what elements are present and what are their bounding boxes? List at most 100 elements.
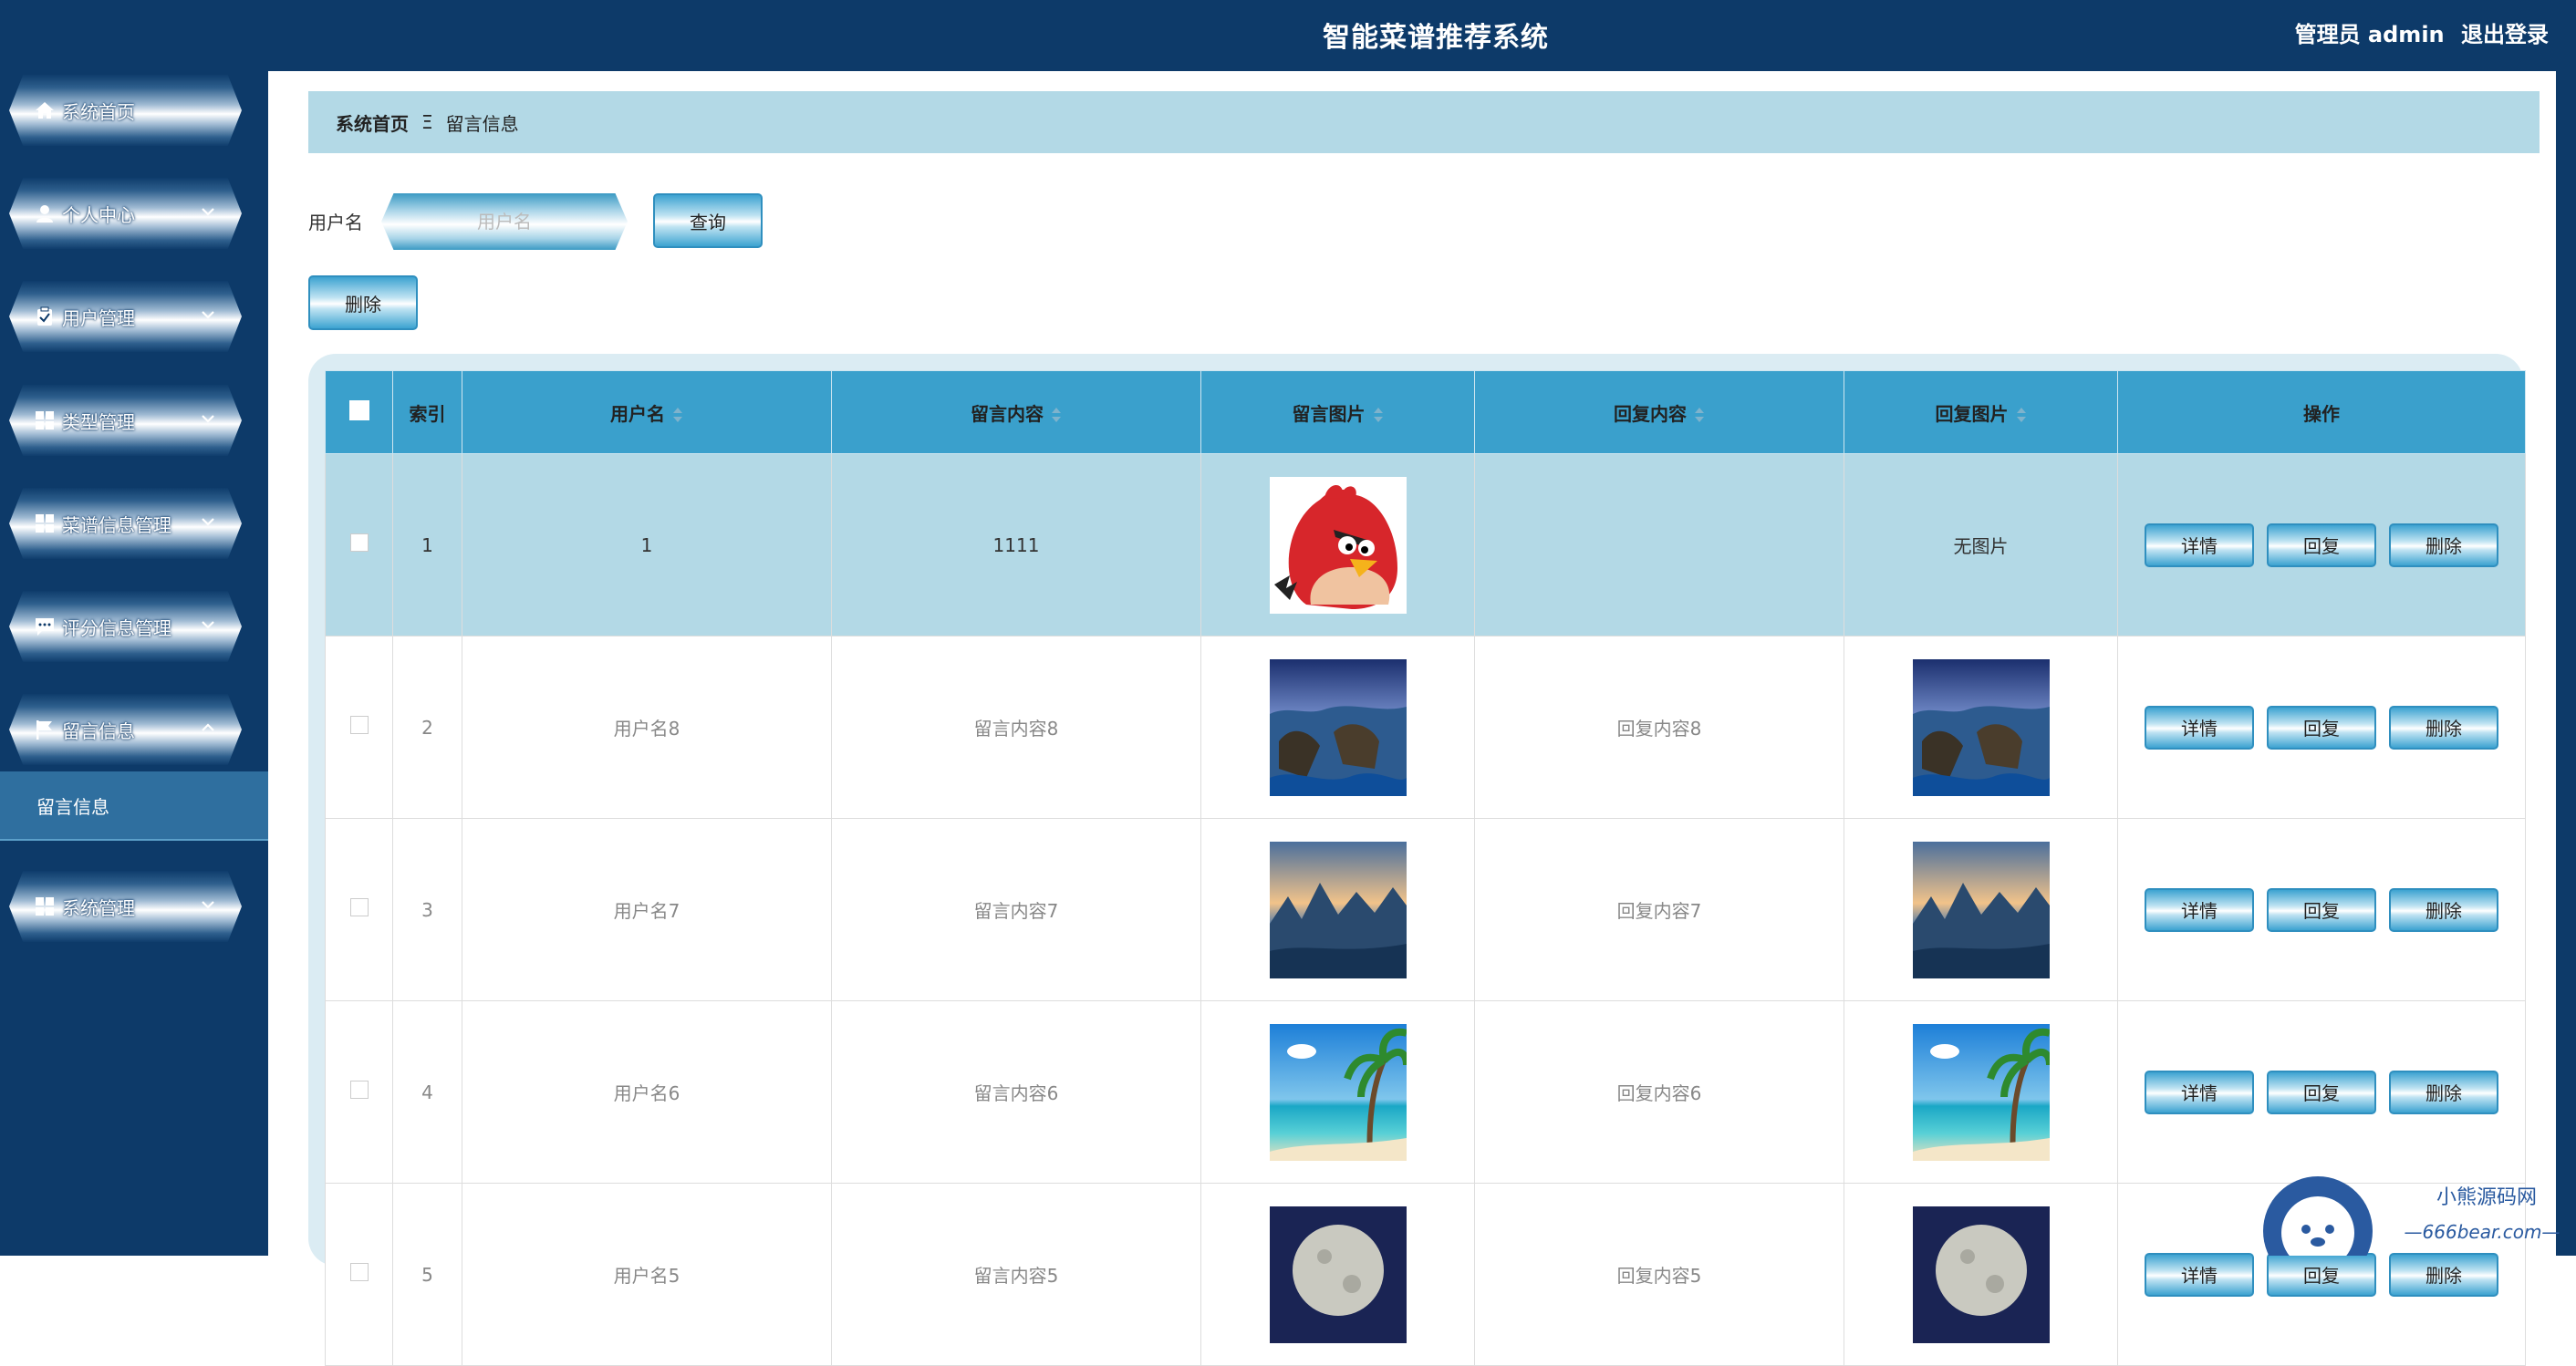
tropical-beach-image[interactable]: [1269, 1023, 1407, 1161]
reply-button[interactable]: 回复: [2267, 1070, 2376, 1114]
detail-button[interactable]: 详情: [2145, 1252, 2254, 1297]
delete-button[interactable]: 删除: [2389, 523, 2498, 567]
table-row[interactable]: 3 用户名7 留言内容7 回复内容7 详情 回复 删除: [325, 818, 2526, 1001]
table-row[interactable]: 2 用户名8 留言内容8 回复内容8 详情 回复 删除: [325, 636, 2526, 819]
reply-button[interactable]: 回复: [2267, 887, 2376, 932]
query-button[interactable]: 查询: [653, 193, 763, 248]
chat-icon: [35, 616, 55, 636]
sidebar-item-system[interactable]: 系统管理: [9, 871, 242, 942]
column-header-label: 留言内容: [971, 402, 1044, 425]
cell-index: 4: [392, 1000, 462, 1184]
cell-content: 留言内容7: [831, 818, 1201, 1001]
sidebar-item-users[interactable]: 用户管理: [9, 281, 242, 352]
mountain-sunset-image[interactable]: [1269, 841, 1407, 978]
sort-icon[interactable]: [672, 406, 683, 424]
reply-button[interactable]: 回复: [2267, 1252, 2376, 1297]
right-edge-bar: [2556, 71, 2576, 1256]
grid-icon: [35, 896, 55, 916]
sidebar-item-types[interactable]: 类型管理: [9, 385, 242, 456]
sidebar-item-label: 系统首页: [62, 100, 135, 123]
sort-icon[interactable]: [2016, 406, 2027, 424]
angry-bird-image[interactable]: [1269, 476, 1407, 614]
row-select-cell: [325, 1183, 393, 1366]
cell-username: 1: [462, 453, 832, 636]
cell-reply: 回复内容6: [1474, 1000, 1844, 1184]
reply-button[interactable]: 回复: [2267, 705, 2376, 750]
cell-reply-image: 无图片: [1844, 453, 2118, 636]
moon-night-image[interactable]: [1269, 1206, 1407, 1343]
grid-icon: [35, 513, 55, 533]
sidebar-item-profile[interactable]: 个人中心: [9, 178, 242, 249]
chevron-down-icon: [202, 208, 214, 216]
batch-delete-button[interactable]: 删除: [308, 275, 418, 330]
moon-night-image[interactable]: [1912, 1206, 2050, 1343]
column-header-label: 留言图片: [1292, 402, 1366, 425]
column-header-image[interactable]: 留言图片: [1200, 370, 1475, 454]
select-all-checkbox[interactable]: [348, 399, 369, 420]
rocky-coast-image[interactable]: [1269, 658, 1407, 796]
cell-index: 5: [392, 1183, 462, 1366]
table-row[interactable]: 4 用户名6 留言内容6 回复内容6 详情 回复 删除: [325, 1000, 2526, 1184]
sidebar-item-label: 系统管理: [62, 896, 135, 919]
cell-actions: 详情 回复 删除: [2117, 453, 2526, 636]
sidebar-item-ratings[interactable]: 评分信息管理: [9, 591, 242, 662]
user-icon: [35, 203, 55, 223]
sidebar-item-label: 个人中心: [62, 203, 135, 226]
cell-index: 3: [392, 818, 462, 1001]
table-row[interactable]: 1 1 1111 无图片 详情 回复 删除: [325, 453, 2526, 636]
sort-icon[interactable]: [1373, 406, 1384, 424]
row-checkbox[interactable]: [349, 1081, 369, 1099]
logout-link[interactable]: 退出登录: [2461, 22, 2549, 47]
rocky-coast-image[interactable]: [1912, 658, 2050, 796]
table-header-row: 索引 用户名 留言内容 留言图片 回复内容 回复图片 操作: [325, 370, 2526, 454]
column-header-content[interactable]: 留言内容: [831, 370, 1201, 454]
sidebar-item-label: 菜谱信息管理: [62, 513, 171, 536]
detail-button[interactable]: 详情: [2145, 705, 2254, 750]
delete-button[interactable]: 删除: [2389, 887, 2498, 932]
column-header-username[interactable]: 用户名: [462, 370, 832, 454]
breadcrumb: 系统首页 Ξ 留言信息: [308, 91, 2540, 153]
cell-image: [1200, 818, 1475, 1001]
detail-button[interactable]: 详情: [2145, 523, 2254, 567]
delete-button[interactable]: 删除: [2389, 1252, 2498, 1297]
grid-icon: [35, 410, 55, 430]
sidebar-item-messages[interactable]: 留言信息: [9, 694, 242, 765]
row-checkbox[interactable]: [349, 716, 369, 734]
column-header-index: 索引: [392, 370, 462, 454]
cell-reply: [1474, 453, 1844, 636]
detail-button[interactable]: 详情: [2145, 1070, 2254, 1114]
sidebar-item-home[interactable]: 系统首页: [9, 75, 242, 146]
chevron-down-icon: [202, 518, 214, 526]
sort-icon[interactable]: [1694, 406, 1705, 424]
username-search-input[interactable]: [381, 193, 628, 250]
sort-icon[interactable]: [1051, 406, 1062, 424]
cell-reply-image: [1844, 1183, 2118, 1366]
row-checkbox[interactable]: [349, 898, 369, 916]
column-header-label: 回复内容: [1614, 402, 1687, 425]
sidebar-item-label: 留言信息: [62, 719, 135, 742]
cell-username: 用户名6: [462, 1000, 832, 1184]
sidebar-item-recipes[interactable]: 菜谱信息管理: [9, 488, 242, 559]
breadcrumb-separator: Ξ: [421, 111, 433, 133]
column-header-reply[interactable]: 回复内容: [1474, 370, 1844, 454]
tropical-beach-image[interactable]: [1912, 1023, 2050, 1161]
app-title: 智能菜谱推荐系统: [1323, 22, 1549, 54]
cell-image: [1200, 636, 1475, 819]
delete-button[interactable]: 删除: [2389, 705, 2498, 750]
delete-button[interactable]: 删除: [2389, 1070, 2498, 1114]
submenu-item-messages[interactable]: 留言信息: [0, 771, 268, 841]
column-header-reply-image[interactable]: 回复图片: [1844, 370, 2118, 454]
row-checkbox[interactable]: [349, 1263, 369, 1281]
watermark-url: —666bear.com—: [2405, 1221, 2560, 1243]
mountain-sunset-image[interactable]: [1912, 841, 2050, 978]
sidebar-item-label: 用户管理: [62, 306, 135, 329]
row-checkbox[interactable]: [349, 533, 369, 552]
table-row[interactable]: 5 用户名5 留言内容5 回复内容5 详情 回复 删除: [325, 1183, 2526, 1366]
cell-image: [1200, 1000, 1475, 1184]
detail-button[interactable]: 详情: [2145, 887, 2254, 932]
current-user: 管理员 admin: [2294, 22, 2445, 47]
breadcrumb-home[interactable]: 系统首页: [336, 109, 409, 136]
top-header: 智能菜谱推荐系统 管理员 admin 退出登录: [268, 0, 2576, 71]
reply-button[interactable]: 回复: [2267, 523, 2376, 567]
flag-icon: [35, 719, 55, 740]
